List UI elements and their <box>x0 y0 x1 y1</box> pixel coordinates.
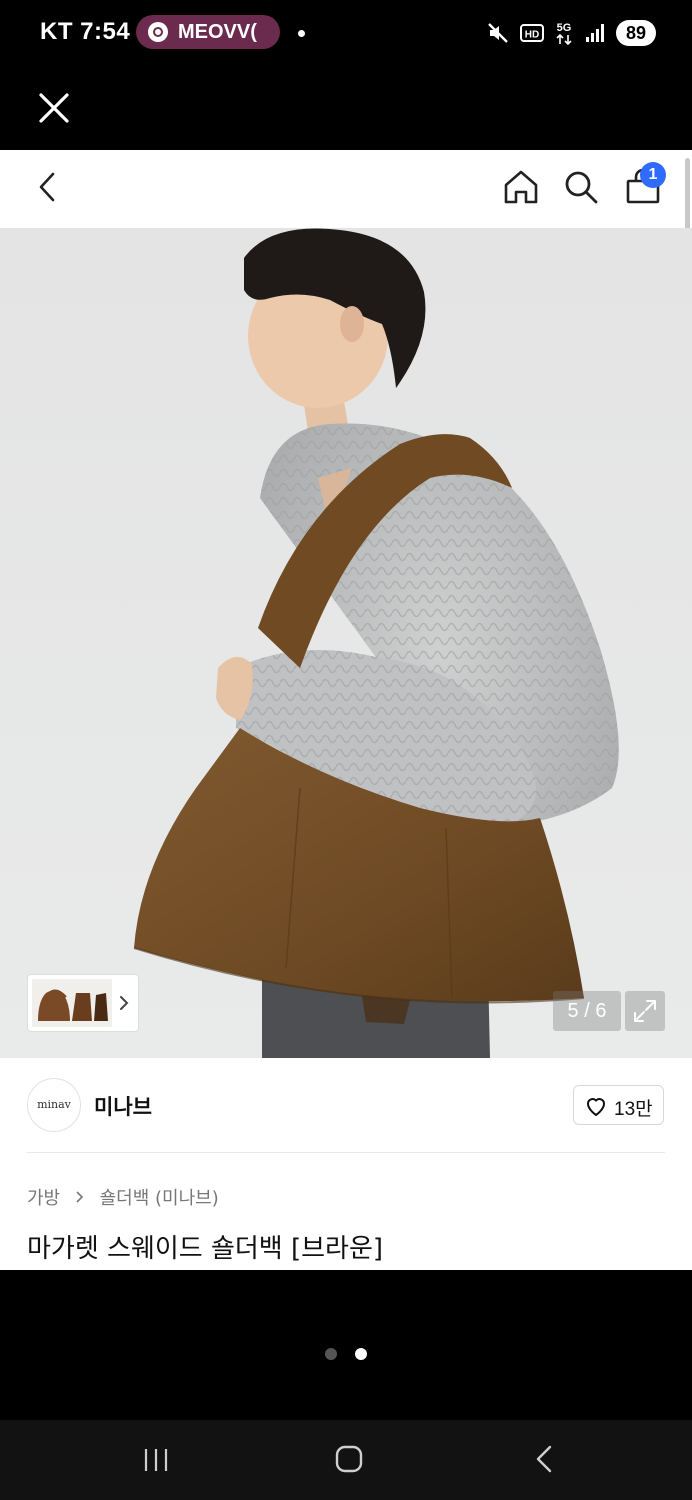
status-bar: KT 7:54 MEOVV( HD 5G 89 <box>0 0 692 66</box>
close-icon[interactable] <box>36 90 72 126</box>
scrollbar[interactable] <box>685 158 690 238</box>
status-icons: HD 5G 89 <box>486 18 656 48</box>
system-navigation-bar <box>0 1420 692 1500</box>
back-button-icon[interactable] <box>532 1444 556 1474</box>
cart-count-badge: 1 <box>640 162 666 188</box>
signal-icon <box>586 24 604 42</box>
top-navbar: 1 <box>0 150 692 229</box>
webview-header <box>0 66 692 150</box>
hd-icon: HD <box>520 24 544 42</box>
brand-name[interactable]: 미나브 <box>94 1091 152 1121</box>
product-title: 마가렛 스웨이드 숄더백 [브라운] <box>27 1234 384 1264</box>
notification-dot <box>298 30 305 37</box>
recents-icon[interactable] <box>142 1446 170 1474</box>
thumbnail-next-icon[interactable] <box>118 993 130 1013</box>
chevron-right-icon <box>76 1191 83 1203</box>
notification-pill-label: MEOVV( <box>178 21 257 43</box>
page-dot[interactable] <box>325 1348 337 1360</box>
carrier-label: KT <box>40 18 73 45</box>
breadcrumb: 가방 숄더백 (미나브) <box>27 1184 219 1210</box>
product-image[interactable]: 5 / 6 <box>0 228 692 1058</box>
home-button-icon[interactable] <box>334 1444 364 1474</box>
brand-row: minav 미나브 13만 <box>0 1058 692 1152</box>
expand-icon <box>634 1000 656 1022</box>
thumbnail-strip[interactable] <box>27 974 139 1032</box>
heart-icon <box>586 1098 606 1116</box>
product-photo <box>133 228 619 1058</box>
home-icon[interactable] <box>502 168 540 206</box>
notification-pill[interactable]: MEOVV( <box>136 15 280 49</box>
5g-icon: 5G <box>556 22 572 46</box>
product-page: 1 5 / 6 minav 미나브 13만 가방 숄더백 (미나브) 마가렛 스… <box>0 150 692 1270</box>
svg-text:HD: HD <box>525 30 539 41</box>
back-icon[interactable] <box>34 170 62 204</box>
page-indicator <box>0 1348 692 1368</box>
svg-text:5G: 5G <box>557 22 572 34</box>
breadcrumb-category[interactable]: 가방 <box>27 1188 60 1209</box>
image-counter: 5 / 6 <box>553 991 621 1031</box>
like-button[interactable]: 13만 <box>573 1085 664 1125</box>
status-carrier-time: KT 7:54 <box>40 18 130 46</box>
thumbnail-image <box>32 979 112 1027</box>
expand-button[interactable] <box>625 991 665 1031</box>
search-icon[interactable] <box>562 168 600 206</box>
mute-icon <box>488 23 508 43</box>
divider <box>27 1152 665 1153</box>
clock: 7:54 <box>80 18 131 45</box>
record-icon <box>148 22 168 42</box>
page-dot-active[interactable] <box>355 1348 367 1360</box>
breadcrumb-subcategory[interactable]: 숄더백 (미나브) <box>100 1188 219 1209</box>
like-count: 13만 <box>614 1099 653 1120</box>
brand-logo[interactable]: minav <box>27 1078 81 1132</box>
battery-icon: 89 <box>616 20 656 46</box>
